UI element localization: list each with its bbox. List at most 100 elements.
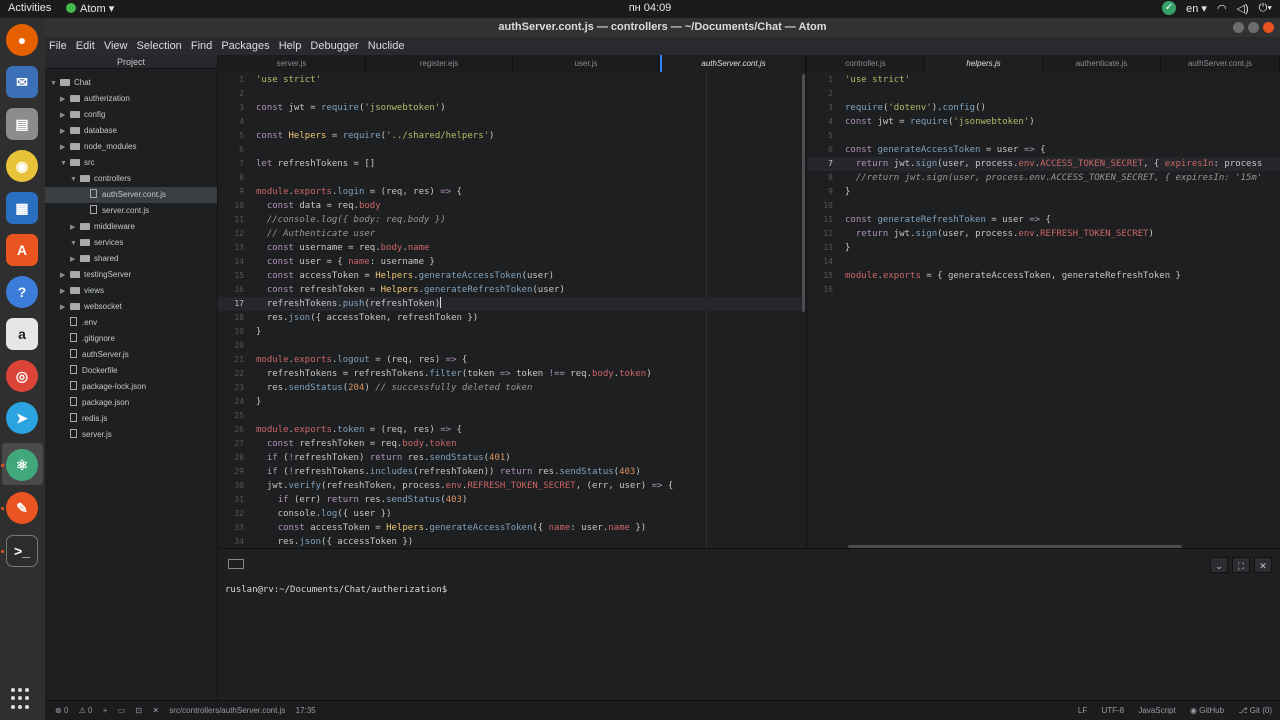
menu-help[interactable]: Help [279, 40, 302, 52]
code-line[interactable]: 1 'use strict' [807, 73, 1280, 87]
code-line[interactable]: 34 res.json({ accessToken }) [218, 535, 802, 548]
tree-folder[interactable]: ▶ autherization [45, 91, 130, 107]
language-indicator[interactable]: en ▾ [1186, 2, 1207, 15]
line-ending[interactable]: LF [1078, 706, 1087, 715]
code-line[interactable]: 29 if (!refreshTokens.includes(refreshTo… [218, 465, 802, 479]
grammar[interactable]: JavaScript [1138, 706, 1175, 715]
cursor-position[interactable]: 17:35 [296, 706, 316, 715]
tree-folder[interactable]: ▼ controllers [45, 171, 131, 187]
code-line[interactable]: 4 [218, 115, 802, 129]
tree-folder[interactable]: ▶ websocket [45, 299, 122, 315]
terminal-icon[interactable]: >_ [6, 535, 38, 567]
volume-icon[interactable]: ◁) [1237, 2, 1249, 15]
tree-file[interactable]: .env [45, 315, 97, 331]
tree-file[interactable]: package.json [45, 395, 129, 411]
code-line[interactable]: 12 return jwt.sign(user, process.env.REF… [807, 227, 1280, 241]
tree-file[interactable]: server.cont.js [45, 203, 149, 219]
code-line[interactable]: 23 res.sendStatus(204) // successfully d… [218, 381, 802, 395]
left-editor[interactable]: 1'use strict' 2 3 const jwt = require('json… [218, 72, 802, 548]
code-line[interactable]: 8 [218, 171, 802, 185]
code-line[interactable]: 15 const accessToken = Helpers.generateA… [218, 269, 802, 283]
maximize-button[interactable] [1248, 22, 1259, 33]
chevron-right-icon[interactable]: ▶ [60, 108, 70, 124]
close-button[interactable] [1263, 22, 1274, 33]
tree-file[interactable]: .gitignore [45, 331, 115, 347]
chevron-right-icon[interactable]: ▶ [60, 124, 70, 140]
code-line[interactable]: 11 //console.log({ body: req.body }) [218, 213, 802, 227]
code-line[interactable]: 32 console.log({ user }) [218, 507, 802, 521]
tree-folder[interactable]: ▼ Chat [45, 75, 91, 91]
tree-folder[interactable]: ▼ src [45, 155, 95, 171]
chevron-down-icon[interactable]: ▼ [50, 76, 60, 92]
tree-folder[interactable]: ▶ config [45, 107, 105, 123]
tree-folder[interactable]: ▶ node_modules [45, 139, 136, 155]
tree-folder[interactable]: ▶ database [45, 123, 117, 139]
tree-folder[interactable]: ▶ testingServer [45, 267, 131, 283]
chevron-down-icon[interactable]: ▼ [60, 156, 70, 172]
code-line[interactable]: 10 [807, 199, 1280, 213]
code-line[interactable]: 22 refreshTokens = refreshTokens.filter(… [218, 367, 802, 381]
keyboard-icon[interactable] [228, 559, 244, 569]
file-path[interactable]: src/controllers/authServer.cont.js [169, 706, 285, 715]
code-line[interactable]: 19} [218, 325, 802, 339]
atom-dock-icon[interactable]: ⚛ [6, 449, 38, 481]
code-line[interactable]: 26 module.exports.token = (req, res) => { [218, 423, 802, 437]
terminal-tab-icon[interactable]: ⊡ [135, 706, 142, 715]
diagnostics-errors[interactable]: ⊗ 0 [55, 706, 68, 715]
code-line[interactable]: 13} [807, 241, 1280, 255]
clock[interactable]: пн 04:09 [620, 2, 680, 14]
tree-file[interactable]: authServer.js [45, 347, 129, 363]
code-line[interactable]: 5 [807, 129, 1280, 143]
code-line[interactable]: 7 return jwt.sign(user, process.env.ACCE… [807, 157, 1280, 171]
chevron-down-icon[interactable]: ⌄ [1210, 557, 1228, 573]
code-line[interactable]: 16 [807, 283, 1280, 297]
code-line[interactable]: 9 module.exports.login = (req, res) => { [218, 185, 802, 199]
firefox-icon[interactable]: ● [6, 24, 38, 56]
amazon-icon[interactable]: a [6, 318, 38, 350]
app-menu[interactable]: Atom ▾ [66, 2, 114, 15]
code-line[interactable]: 20 [218, 339, 802, 353]
code-line[interactable]: 15 module.exports = { generateAccessToken… [807, 269, 1280, 283]
terminal-prompt[interactable]: ruslan@rv:~/Documents/Chat/autherization… [225, 585, 447, 595]
code-line[interactable]: 3 const jwt = require('jsonwebtoken') [218, 101, 802, 115]
minimize-button[interactable] [1233, 22, 1244, 33]
menu-find[interactable]: Find [191, 40, 212, 52]
code-line[interactable]: 16 const refreshToken = Helpers.generate… [218, 283, 802, 297]
code-line[interactable]: 14 [807, 255, 1280, 269]
git-button[interactable]: ⎇ Git (0) [1238, 706, 1272, 715]
menu-debugger[interactable]: Debugger [310, 40, 358, 52]
code-line[interactable]: 24} [218, 395, 802, 409]
diagnostics-warnings[interactable]: ⚠ 0 [79, 706, 93, 715]
chevron-down-icon[interactable]: ▼ [70, 236, 80, 252]
code-line[interactable]: 2 [807, 87, 1280, 101]
chevron-right-icon[interactable]: ▶ [60, 140, 70, 156]
wifi-icon[interactable]: ◠ [1217, 2, 1227, 15]
code-line[interactable]: 33 const accessToken = Helpers.generateA… [218, 521, 802, 535]
tree-folder[interactable]: ▶ shared [45, 251, 118, 267]
update-check-icon[interactable]: ✓ [1162, 1, 1177, 15]
menu-view[interactable]: View [104, 40, 128, 52]
tree-file[interactable]: package-lock.json [45, 379, 146, 395]
tree-folder[interactable]: ▶ views [45, 283, 104, 299]
power-icon[interactable]: ⏻▾ [1259, 2, 1272, 15]
code-line[interactable]: 1 'use strict' [218, 73, 802, 87]
left-editor-scrollbar[interactable] [802, 74, 805, 312]
encoding[interactable]: UTF-8 [1101, 706, 1124, 715]
code-line[interactable]: 7 let refreshTokens = [] [218, 157, 802, 171]
chevron-down-icon[interactable]: ▼ [70, 172, 80, 188]
code-line[interactable]: 27 const refreshToken = req.body.token [218, 437, 802, 451]
postman-icon[interactable]: ✎ [6, 492, 38, 524]
github-button[interactable]: ◉ GitHub [1190, 706, 1224, 715]
code-line[interactable]: 14 const user = { name: username } [218, 255, 802, 269]
close-icon[interactable]: ✕ [152, 706, 159, 715]
chrome-icon[interactable]: ◎ [6, 360, 38, 392]
code-line[interactable]: 11 const generateRefreshToken = user => { [807, 213, 1280, 227]
code-line[interactable]: 25 [218, 409, 802, 423]
activities-button[interactable]: Activities [8, 2, 51, 14]
tree-folder[interactable]: ▼ services [45, 235, 123, 251]
help-icon[interactable]: ? [6, 276, 38, 308]
code-line[interactable]: 8 //return jwt.sign(user, process.env.AC… [807, 171, 1280, 185]
tab-helpers-js[interactable]: helpers.js [925, 55, 1043, 72]
code-line[interactable]: 6 [218, 143, 802, 157]
maximize-terminal-icon[interactable]: ⛶ [1232, 557, 1250, 573]
